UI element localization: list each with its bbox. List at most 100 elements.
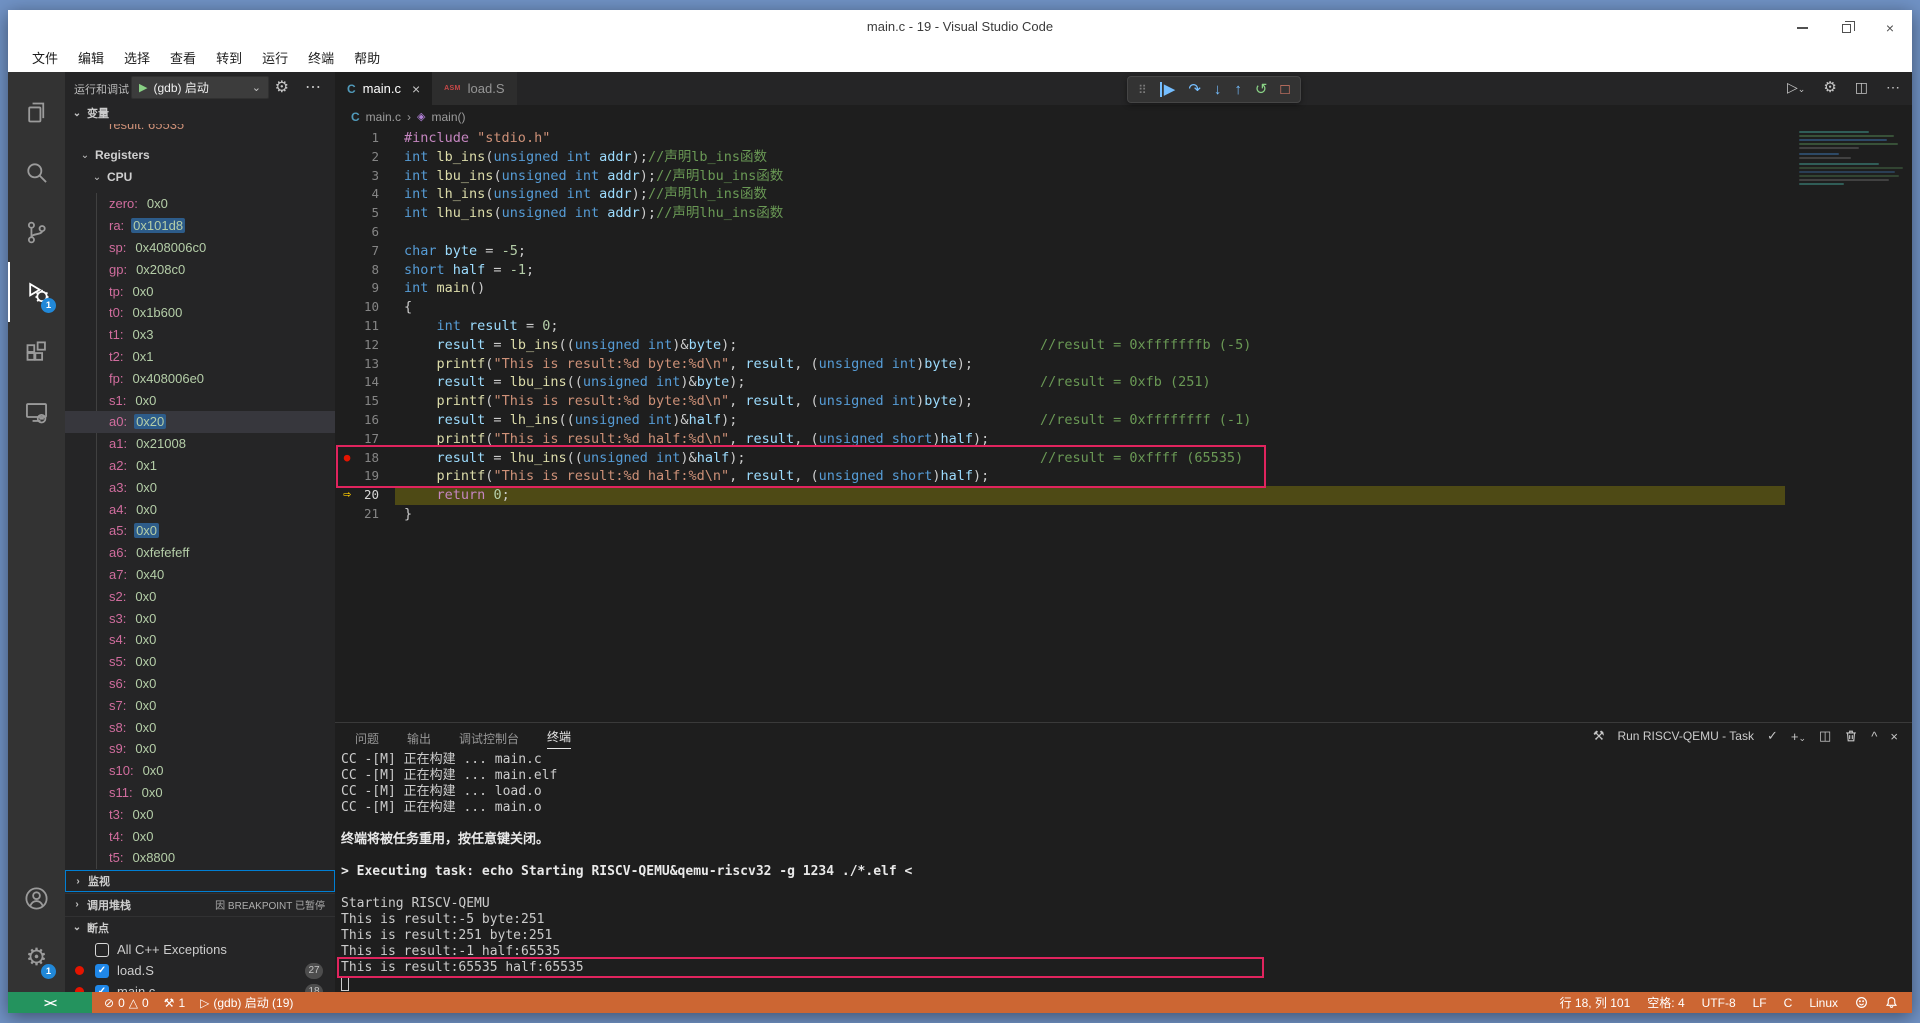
register-row[interactable]: gp:0x208c0 bbox=[65, 258, 335, 280]
register-row[interactable]: a3:0x0 bbox=[65, 476, 335, 498]
explorer-icon[interactable] bbox=[8, 82, 65, 142]
remote-icon[interactable] bbox=[8, 382, 65, 442]
code-line[interactable]: 8short half = -1; bbox=[335, 261, 1912, 280]
tasks-status[interactable]: ⚒1 bbox=[164, 996, 185, 1010]
menu-item-编辑[interactable]: 编辑 bbox=[68, 46, 114, 72]
step-into-icon[interactable]: ↓ bbox=[1214, 82, 1222, 97]
feedback-icon[interactable] bbox=[1855, 996, 1868, 1009]
panel-tab-输出[interactable]: 输出 bbox=[407, 730, 431, 747]
register-row[interactable]: t5:0x8800 bbox=[65, 847, 335, 869]
register-row[interactable]: t1:0x3 bbox=[65, 324, 335, 346]
problems-status[interactable]: ⊘0 △0 bbox=[104, 996, 149, 1010]
terminal-task-name[interactable]: Run RISCV-QEMU - Task bbox=[1617, 729, 1753, 743]
register-row[interactable]: a2:0x1 bbox=[65, 455, 335, 477]
split-terminal-icon[interactable]: ◫ bbox=[1819, 728, 1831, 744]
step-out-icon[interactable]: ↑ bbox=[1234, 82, 1242, 97]
stop-icon[interactable]: □ bbox=[1281, 82, 1290, 97]
breakpoint-checkbox[interactable]: ✓ bbox=[95, 985, 109, 993]
split-editor-icon[interactable]: ◫ bbox=[1855, 79, 1868, 96]
language-mode[interactable]: C bbox=[1784, 996, 1793, 1010]
more-actions-icon[interactable]: ⋯ bbox=[1886, 79, 1900, 96]
run-debug-icon[interactable]: 1 bbox=[8, 262, 65, 322]
panel-tab-调试控制台[interactable]: 调试控制台 bbox=[459, 730, 519, 747]
breakpoint-checkbox[interactable] bbox=[95, 943, 109, 957]
close-panel-icon[interactable]: × bbox=[1890, 729, 1898, 744]
register-row[interactable]: fp:0x408006e0 bbox=[65, 367, 335, 389]
menu-item-文件[interactable]: 文件 bbox=[22, 46, 68, 72]
breadcrumb[interactable]: C main.c › ◈ main() bbox=[335, 105, 1912, 128]
menu-item-帮助[interactable]: 帮助 bbox=[344, 46, 390, 72]
cpu-tree-item[interactable]: ⌄ CPU bbox=[91, 170, 132, 184]
os-indicator[interactable]: Linux bbox=[1809, 996, 1838, 1010]
maximize-panel-icon[interactable]: ^ bbox=[1871, 729, 1877, 744]
encoding-setting[interactable]: UTF-8 bbox=[1702, 996, 1736, 1010]
restart-icon[interactable]: ↺ bbox=[1255, 82, 1268, 97]
minimize-button[interactable] bbox=[1780, 10, 1824, 46]
menu-item-查看[interactable]: 查看 bbox=[160, 46, 206, 72]
register-row[interactable]: s10:0x0 bbox=[65, 760, 335, 782]
restore-button[interactable] bbox=[1824, 10, 1868, 46]
register-row[interactable]: s7:0x0 bbox=[65, 694, 335, 716]
indentation-setting[interactable]: 空格: 4 bbox=[1647, 994, 1684, 1011]
registers-tree-item[interactable]: ⌄ Registers bbox=[79, 148, 150, 162]
code-line[interactable]: 3int lbu_ins(unsigned int addr);//声明lbu_… bbox=[335, 167, 1912, 186]
close-button[interactable]: × bbox=[1868, 10, 1912, 46]
code-line[interactable]: 11 int result = 0; bbox=[335, 317, 1912, 336]
settings-gear-icon[interactable]: ⚙ bbox=[1823, 78, 1836, 96]
panel-tab-问题[interactable]: 问题 bbox=[355, 730, 379, 747]
register-row[interactable]: s3:0x0 bbox=[65, 607, 335, 629]
register-row[interactable]: a6:0xfefefeff bbox=[65, 542, 335, 564]
variables-section-header[interactable]: ⌄ 变量 bbox=[65, 102, 335, 124]
code-line[interactable]: 7char byte = -5; bbox=[335, 242, 1912, 261]
register-row[interactable]: a0:0x20 bbox=[65, 411, 335, 433]
debug-session-status[interactable]: ▷(gdb) 启动 (19) bbox=[200, 994, 293, 1011]
code-line[interactable]: 12 result = lb_ins((unsigned int)&byte);… bbox=[335, 336, 1912, 355]
account-icon[interactable] bbox=[8, 868, 65, 928]
new-terminal-icon[interactable]: +⌄ bbox=[1791, 729, 1806, 744]
register-row[interactable]: s1:0x0 bbox=[65, 389, 335, 411]
code-line[interactable]: 9int main() bbox=[335, 279, 1912, 298]
debug-settings-gear-icon[interactable]: ⚙ bbox=[275, 77, 289, 97]
register-row[interactable]: a4:0x0 bbox=[65, 498, 335, 520]
register-row[interactable]: t3:0x0 bbox=[65, 803, 335, 825]
start-debug-icon[interactable]: ▶ bbox=[139, 81, 147, 94]
code-line[interactable]: 16 result = lh_ins((unsigned int)&half);… bbox=[335, 411, 1912, 430]
breakpoint-row[interactable]: ✓load.S27 bbox=[65, 960, 335, 981]
step-over-icon[interactable]: ↷ bbox=[1188, 82, 1201, 97]
more-actions-icon[interactable]: ⋯ bbox=[305, 77, 321, 97]
tab-main.c[interactable]: Cmain.c× bbox=[335, 72, 432, 105]
register-row[interactable]: a7:0x40 bbox=[65, 564, 335, 586]
remote-indicator[interactable]: >< bbox=[8, 992, 92, 1013]
menu-item-终端[interactable]: 终端 bbox=[298, 46, 344, 72]
register-row[interactable]: zero:0x0 bbox=[65, 193, 335, 215]
notifications-bell-icon[interactable] bbox=[1885, 996, 1898, 1009]
register-row[interactable]: s5:0x0 bbox=[65, 651, 335, 673]
terminal-output[interactable]: CC -[M] 正在构建 ... main.cCC -[M] 正在构建 ... … bbox=[341, 752, 912, 992]
clipped-variable-row[interactable]: result: 65535 bbox=[65, 124, 335, 135]
menu-item-转到[interactable]: 转到 bbox=[206, 46, 252, 72]
breakpoint-checkbox[interactable]: ✓ bbox=[95, 964, 109, 978]
code-line[interactable]: 2int lb_ins(unsigned int addr);//声明lb_in… bbox=[335, 148, 1912, 167]
tab-load.S[interactable]: ASMload.S bbox=[432, 72, 517, 105]
register-row[interactable]: ra:0x101d8 bbox=[65, 215, 335, 237]
register-row[interactable]: s2:0x0 bbox=[65, 585, 335, 607]
code-line[interactable]: 15 printf("This is result:%d byte:%d\n",… bbox=[335, 392, 1912, 411]
menu-item-选择[interactable]: 选择 bbox=[114, 46, 160, 72]
code-line[interactable]: 13 printf("This is result:%d byte:%d\n",… bbox=[335, 355, 1912, 374]
panel-tab-终端[interactable]: 终端 bbox=[547, 728, 571, 749]
register-row[interactable]: t0:0x1b600 bbox=[65, 302, 335, 324]
register-row[interactable]: s4:0x0 bbox=[65, 629, 335, 651]
continue-icon[interactable]: ▶ bbox=[1160, 82, 1176, 97]
register-row[interactable]: s9:0x0 bbox=[65, 738, 335, 760]
code-line[interactable]: 6 bbox=[335, 223, 1912, 242]
register-row[interactable]: t4:0x0 bbox=[65, 825, 335, 847]
register-row[interactable]: a1:0x21008 bbox=[65, 433, 335, 455]
register-row[interactable]: a5:0x0 bbox=[65, 520, 335, 542]
eol-setting[interactable]: LF bbox=[1753, 996, 1767, 1010]
run-or-debug-icon[interactable]: ▷⌄ bbox=[1787, 79, 1805, 96]
code-line[interactable]: 10{ bbox=[335, 298, 1912, 317]
register-row[interactable]: s8:0x0 bbox=[65, 716, 335, 738]
debug-config-dropdown[interactable]: ▶ (gdb) 启动 ⌄ bbox=[131, 76, 269, 99]
code-line[interactable]: 21} bbox=[335, 505, 1912, 524]
trash-icon[interactable] bbox=[1844, 729, 1858, 743]
